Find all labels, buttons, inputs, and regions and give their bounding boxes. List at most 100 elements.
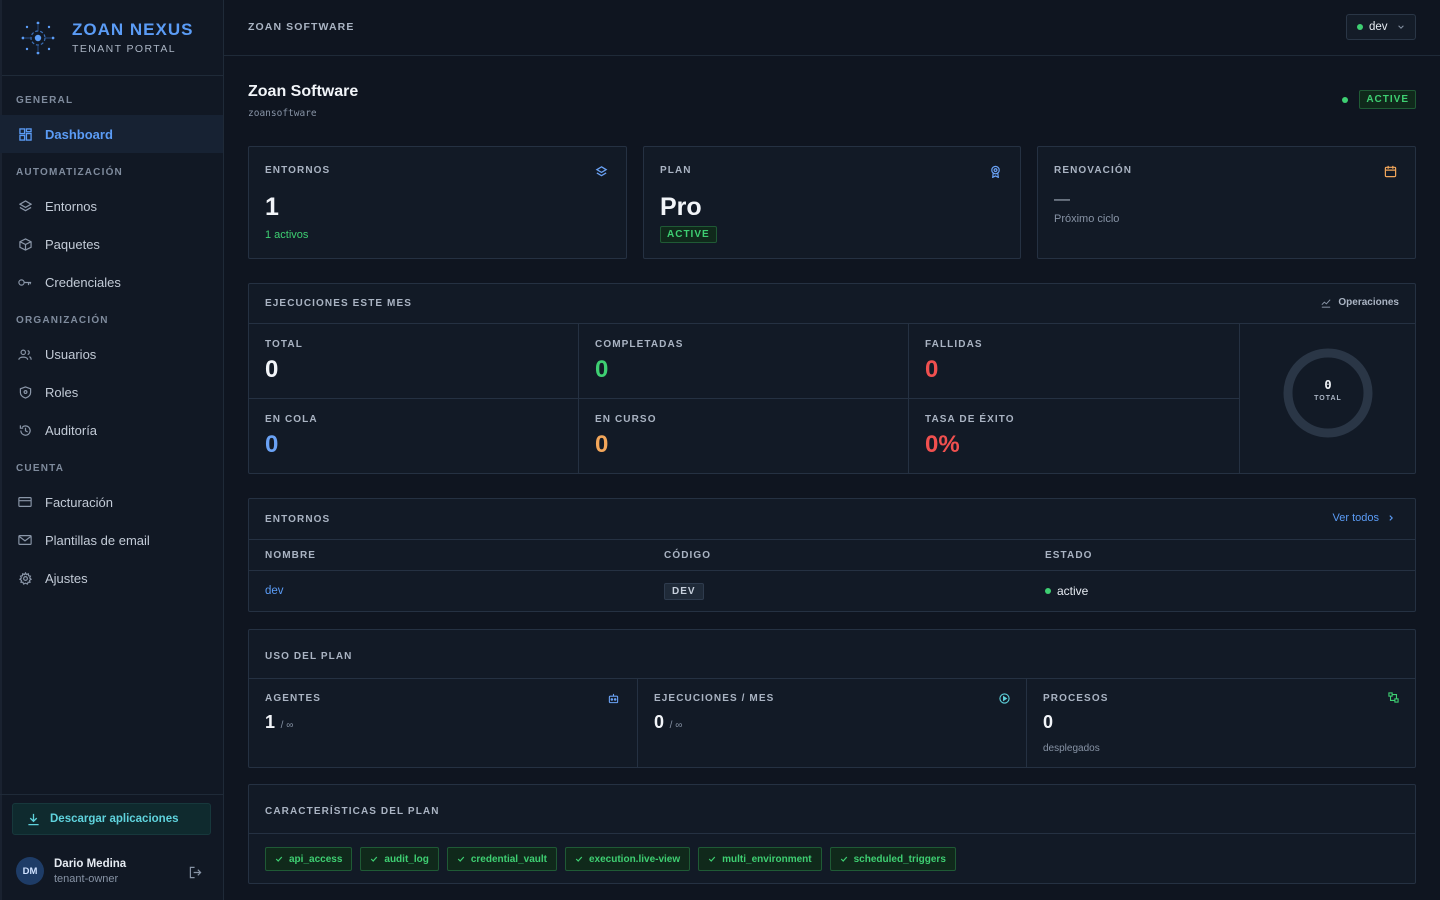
brand-subtitle: TENANT PORTAL xyxy=(72,43,176,55)
plan-name: Pro xyxy=(660,193,702,221)
stat-value: 0 xyxy=(595,431,609,458)
feature-label: credential_vault xyxy=(470,853,547,865)
stat-value: 0 xyxy=(595,356,609,383)
plan-usage-panel: USO DEL PLAN AGENTES 1 / ∞ EJECUCIONES /… xyxy=(248,629,1416,768)
card-label: RENOVACIÓN xyxy=(1054,165,1133,176)
usage-executions: EJECUCIONES / MES 0 / ∞ xyxy=(638,679,1027,768)
environments-card[interactable]: ENTORNOS 1 1 activos xyxy=(248,146,627,259)
section-title: EJECUCIONES ESTE MES xyxy=(265,298,413,309)
usage-limit: / ∞ xyxy=(669,720,683,731)
check-icon xyxy=(708,856,716,862)
operations-link[interactable]: Operaciones xyxy=(1321,297,1399,308)
plan-features-panel: CARACTERÍSTICAS DEL PLAN api_access audi… xyxy=(248,784,1416,884)
stat-value: 0% xyxy=(925,431,960,458)
tenant-slug: zoansoftware xyxy=(248,108,317,119)
stat-label: TOTAL xyxy=(265,339,303,350)
user-name: Dario Medina xyxy=(54,857,127,870)
check-icon xyxy=(275,856,283,862)
nav-section-general: GENERAL xyxy=(16,95,74,106)
sidebar-item-ajustes[interactable]: Ajustes xyxy=(0,559,223,597)
stat-value: 0 xyxy=(265,356,279,383)
nav-section-organizacion: ORGANIZACIÓN xyxy=(16,315,109,326)
sidebar-item-roles[interactable]: Roles xyxy=(0,373,223,411)
usage-sub: desplegados xyxy=(1043,743,1100,754)
sidebar-item-plantillas[interactable]: Plantillas de email xyxy=(0,521,223,559)
brand-title: ZOAN NEXUS xyxy=(72,20,194,39)
environment-select[interactable]: dev xyxy=(1346,14,1416,40)
nexus-logo-icon xyxy=(21,21,55,54)
sidebar-item-auditoria[interactable]: Auditoría xyxy=(0,411,223,449)
view-all-label: Ver todos xyxy=(1332,512,1379,524)
column-header: ESTADO xyxy=(1045,550,1093,561)
sidebar-item-dashboard[interactable]: Dashboard xyxy=(0,115,223,153)
sidebar-item-paquetes[interactable]: Paquetes xyxy=(0,225,223,263)
table-row[interactable]: dev DEV active xyxy=(249,571,1415,611)
environment-select-value: dev xyxy=(1369,21,1388,33)
sidebar-item-label: Roles xyxy=(45,384,79,400)
feature-label: audit_log xyxy=(384,853,429,865)
operations-link-label: Operaciones xyxy=(1338,297,1399,308)
renewal-date: — xyxy=(1054,191,1070,208)
stat-value: 0 xyxy=(265,431,279,458)
plan-card[interactable]: PLAN Pro ACTIVE xyxy=(643,146,1021,259)
stat-completed: COMPLETADAS 0 xyxy=(579,324,909,399)
shield-icon xyxy=(18,385,32,399)
dashboard-icon xyxy=(18,127,32,141)
check-icon xyxy=(371,856,378,862)
logout-icon[interactable] xyxy=(189,866,202,879)
renewal-card[interactable]: RENOVACIÓN — Próximo ciclo xyxy=(1037,146,1416,259)
robot-icon xyxy=(608,693,619,704)
feature-label: execution.live-view xyxy=(589,853,681,865)
usage-value: 0 xyxy=(1043,712,1054,732)
stat-label: EN CURSO xyxy=(595,414,657,425)
usage-agents: AGENTES 1 / ∞ xyxy=(249,679,638,768)
feature-label: api_access xyxy=(289,853,343,865)
topbar-title: ZOAN SOFTWARE xyxy=(248,21,355,33)
executions-panel: EJECUCIONES ESTE MES Operaciones TOTAL 0… xyxy=(248,283,1416,474)
stat-queued: EN COLA 0 xyxy=(249,399,579,474)
feature-list: api_access audit_log credential_vault ex… xyxy=(265,847,964,871)
download-apps-button[interactable]: Descargar aplicaciones xyxy=(12,803,211,835)
avatar: DM xyxy=(16,857,44,885)
usage-value-row: 1 / ∞ xyxy=(265,712,293,733)
package-icon xyxy=(18,237,32,251)
divider xyxy=(249,539,1415,540)
column-header: CÓDIGO xyxy=(664,550,712,561)
stat-value: 0 xyxy=(925,356,939,383)
sidebar-item-entornos[interactable]: Entornos xyxy=(0,187,223,225)
stat-label: FALLIDAS xyxy=(925,339,983,350)
usage-label: PROCESOS xyxy=(1043,693,1109,704)
feature-chip: multi_environment xyxy=(698,847,822,871)
user-profile[interactable]: DM Dario Medina tenant-owner xyxy=(16,857,206,885)
feature-chip: credential_vault xyxy=(446,847,557,871)
feature-label: multi_environment xyxy=(722,853,812,865)
download-apps-label: Descargar aplicaciones xyxy=(50,813,179,825)
stat-label: COMPLETADAS xyxy=(595,339,684,350)
usage-label: AGENTES xyxy=(265,693,322,704)
topbar: ZOAN SOFTWARE dev xyxy=(224,0,1440,56)
env-name-link[interactable]: dev xyxy=(265,585,284,597)
nav-section-cuenta: CUENTA xyxy=(16,463,65,474)
donut-label: TOTAL xyxy=(1314,395,1342,402)
usage-value: 1 xyxy=(265,712,276,732)
feature-chip: audit_log xyxy=(360,847,439,871)
feature-label: scheduled_triggers xyxy=(853,853,946,865)
status-dot xyxy=(1045,588,1051,594)
page-title: Zoan Software xyxy=(248,83,359,100)
sidebar-item-label: Facturación xyxy=(45,494,113,510)
plan-status-badge: ACTIVE xyxy=(660,226,717,243)
sidebar-item-label: Dashboard xyxy=(45,126,113,142)
stat-running: EN CURSO 0 xyxy=(579,399,909,474)
sidebar-item-facturacion[interactable]: Facturación xyxy=(0,483,223,521)
gear-icon xyxy=(18,571,32,585)
status-dot xyxy=(1342,96,1349,103)
status-badge: ACTIVE xyxy=(1359,90,1416,109)
sidebar-item-usuarios[interactable]: Usuarios xyxy=(0,335,223,373)
card-label: PLAN xyxy=(660,165,692,176)
sidebar-item-label: Auditoría xyxy=(45,422,98,438)
download-icon xyxy=(28,813,39,825)
sidebar-item-credenciales[interactable]: Credenciales xyxy=(0,263,223,301)
divider xyxy=(249,833,1415,834)
view-all-link[interactable]: Ver todos xyxy=(1333,512,1395,524)
brand[interactable]: ZOAN NEXUS TENANT PORTAL xyxy=(0,0,223,76)
